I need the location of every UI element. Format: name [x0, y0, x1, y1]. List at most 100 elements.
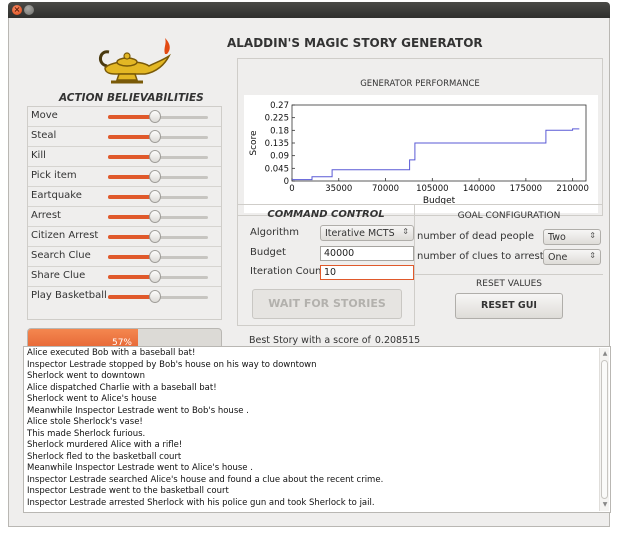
action-believabilities-title: ACTION BELIEVABILITIES	[59, 92, 204, 104]
goal-configuration-panel: GOAL CONFIGURATION number of dead people…	[415, 204, 603, 276]
x-tick-label: 210000	[556, 184, 588, 194]
app-title: ALADDIN'S MAGIC STORY GENERATOR	[227, 36, 483, 50]
budget-label: Budget	[250, 247, 286, 258]
slider-handle[interactable]	[149, 110, 161, 123]
algorithm-select[interactable]: Iterative MCTS ⇕	[320, 225, 414, 241]
best-story-header: Best Story with a score of 0.208515	[245, 335, 420, 346]
x-tick-label: 175000	[510, 184, 542, 194]
slider-fill	[108, 115, 155, 119]
y-tick-label: 0.27	[270, 101, 289, 111]
action-row-citizen-arrest: Citizen Arrest	[28, 227, 221, 247]
action-row-steal: Steal	[28, 127, 221, 147]
budget-input[interactable]: 40000	[320, 246, 414, 261]
action-row-play-basketball: Play Basketball	[28, 287, 221, 307]
generator-performance-panel: GENERATOR PERFORMANCE 0 0.045 0.09 0.135 0.1…	[237, 58, 603, 216]
story-line: Alice stole Sherlock's vase!	[27, 417, 143, 427]
slider-fill	[108, 195, 155, 199]
scroll-up-icon[interactable]: ▲	[601, 350, 609, 358]
command-control-title: COMMAND CONTROL	[267, 209, 385, 220]
action-row-move: Move	[28, 107, 221, 127]
spinner-arrows-icon: ⇕	[402, 227, 409, 236]
slider-handle[interactable]	[149, 270, 161, 283]
y-axis-label: Score	[249, 130, 259, 156]
story-line: Meanwhile Inspector Lestrade went to Ali…	[27, 463, 253, 473]
action-label: Steal	[31, 130, 57, 141]
action-row-eartquake: Eartquake	[28, 187, 221, 207]
y-tick-label: 0.09	[270, 152, 289, 162]
slider-handle[interactable]	[149, 250, 161, 263]
x-tick-label: 140000	[463, 184, 495, 194]
story-text-area[interactable]: Alice executed Bob with a baseball bat! I…	[23, 346, 611, 513]
spinner-arrows-icon: ⇕	[589, 251, 596, 260]
slider-handle[interactable]	[149, 170, 161, 183]
slider-handle[interactable]	[149, 130, 161, 143]
clues-to-arrest-select[interactable]: One ⇕	[543, 249, 601, 265]
action-label: Citizen Arrest	[31, 230, 99, 241]
slider-handle[interactable]	[149, 290, 161, 303]
story-line: Inspector Lestrade searched Alice's hous…	[27, 474, 384, 485]
dead-people-value: Two	[548, 232, 566, 243]
magic-lamp-icon	[99, 38, 171, 84]
story-line: Sherlock murdered Alice with a rifle!	[27, 440, 183, 450]
slider-handle[interactable]	[149, 210, 161, 223]
action-label: Share Clue	[31, 270, 86, 281]
algorithm-value: Iterative MCTS	[325, 228, 395, 239]
action-row-pick-item: Pick item	[28, 167, 221, 187]
reset-gui-button[interactable]: RESET GUI	[455, 293, 563, 319]
iteration-count-input[interactable]: 10	[320, 265, 414, 280]
slider-fill	[108, 275, 155, 279]
reset-values-title: RESET VALUES	[476, 279, 542, 289]
story-line: Alice executed Bob with a baseball bat!	[27, 348, 196, 358]
spinner-arrows-icon: ⇕	[589, 231, 596, 240]
command-control-panel: COMMAND CONTROL Algorithm Iterative MCTS…	[237, 204, 415, 326]
slider-handle[interactable]	[149, 150, 161, 163]
slider-fill	[108, 295, 155, 299]
action-label: Play Basketball	[31, 290, 107, 301]
story-scrollbar[interactable]: ▲ ▼	[599, 348, 609, 511]
dead-people-label: number of dead people	[417, 231, 535, 242]
slider-fill	[108, 155, 155, 159]
clues-to-arrest-label: number of clues to arrest	[417, 251, 544, 262]
scrollbar-thumb[interactable]	[601, 360, 608, 499]
story-line: Sherlock went to downtown	[27, 371, 146, 381]
story-line: Inspector Lestrade arrested Sherlock wit…	[27, 497, 375, 508]
story-line: Sherlock fled to the basketball court	[27, 451, 182, 462]
window-titlebar: ×	[8, 2, 610, 18]
slider-handle[interactable]	[149, 230, 161, 243]
close-icon[interactable]: ×	[12, 5, 22, 15]
action-row-search-clue: Search Clue	[28, 247, 221, 267]
story-line: Inspector Lestrade went to the basketbal…	[27, 486, 229, 496]
dead-people-select[interactable]: Two ⇕	[543, 229, 601, 245]
slider-fill	[108, 215, 155, 219]
story-line: Meanwhile Inspector Lestrade went to Bob…	[27, 405, 249, 416]
scroll-down-icon[interactable]: ▼	[601, 501, 609, 509]
best-story-label: Best Story with a score of	[249, 335, 371, 346]
story-line: This made Sherlock furious.	[27, 428, 146, 439]
y-tick-label: 0.18	[270, 126, 289, 136]
score-series-line	[292, 128, 580, 181]
x-tick-label: 0	[289, 184, 294, 194]
action-label: Kill	[31, 150, 46, 161]
y-tick-label: 0.225	[265, 114, 289, 124]
action-label: Arrest	[31, 210, 61, 221]
action-label: Eartquake	[31, 190, 82, 201]
action-row-arrest: Arrest	[28, 207, 221, 227]
slider-fill	[108, 135, 155, 139]
goal-configuration-title: GOAL CONFIGURATION	[457, 211, 561, 221]
action-row-kill: Kill	[28, 147, 221, 167]
best-story-score: 0.208515	[374, 335, 421, 346]
story-line: Alice dispatched Charlie with a baseball…	[27, 382, 217, 393]
slider-handle[interactable]	[149, 190, 161, 203]
performance-title: GENERATOR PERFORMANCE	[360, 79, 480, 89]
minimize-icon[interactable]	[24, 5, 34, 15]
clues-to-arrest-value: One	[548, 252, 568, 263]
action-label: Pick item	[31, 170, 77, 181]
app-window: ALADDIN'S MAGIC STORY GENERATOR ACTION B…	[8, 18, 611, 527]
iteration-count-label: Iteration Count	[250, 266, 326, 277]
algorithm-label: Algorithm	[250, 227, 299, 238]
wait-for-stories-button[interactable]: WAIT FOR STORIES	[252, 289, 402, 319]
reset-values-panel: RESET VALUES RESET GUI	[415, 274, 603, 326]
y-tick-label: 0.045	[265, 164, 289, 174]
y-tick-label: 0.135	[265, 139, 289, 149]
story-line: Sherlock went to Alice's house	[27, 394, 157, 404]
